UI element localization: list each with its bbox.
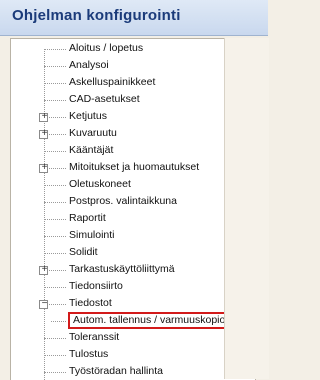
tree-item-label: Tulostus [69, 348, 109, 360]
window-title: Ohjelman konfigurointi [12, 7, 181, 24]
expand-plus-icon[interactable]: + [39, 111, 48, 122]
tree-item-oletuskoneet[interactable]: Oletuskoneet [11, 177, 233, 194]
tree-item-tiedonsiirto[interactable]: Tiedonsiirto [11, 279, 233, 296]
collapse-minus-icon[interactable]: − [39, 298, 48, 309]
tree-item-label: Kääntäjät [69, 144, 114, 156]
tree-item-label: Analysoi [69, 59, 109, 71]
tree-item-mitoitukset[interactable]: + Mitoitukset ja huomautukset [11, 160, 233, 177]
configuration-window: Ohjelman konfigurointi Aloitus / lopetus… [0, 0, 269, 380]
tree-item-label: Työstöradan hallinta [69, 365, 163, 377]
tree-branch-line [44, 83, 66, 84]
tree-item-label: Tarkastuskäyttöliittymä [69, 263, 175, 275]
tree-branch-line [44, 338, 66, 339]
tree-panel: Aloitus / lopetus Analysoi Askelluspaini… [10, 38, 256, 380]
tree-item-tarkastuskayttoliittyma[interactable]: + Tarkastuskäyttöliittymä [11, 262, 233, 279]
tree-item-solidit[interactable]: Solidit [11, 245, 233, 262]
expand-plus-icon[interactable]: + [39, 162, 48, 173]
tree-item-label: CAD-asetukset [69, 93, 140, 105]
tree-item-label: Solidit [69, 246, 98, 258]
tree-item-label: Tiedonsiirto [69, 280, 123, 292]
config-tree: Aloitus / lopetus Analysoi Askelluspaini… [11, 39, 233, 380]
tree-item-label: Kuvaruutu [69, 127, 117, 139]
tree-branch-line [44, 202, 66, 203]
expander-glyph: + [41, 264, 48, 275]
tree-item-autom-tallennus[interactable]: Autom. tallennus / varmuuskopio [11, 312, 233, 330]
tree-item-tulostus[interactable]: Tulostus [11, 347, 233, 364]
tree-item-label: Askelluspainikkeet [69, 76, 156, 88]
tree-item-label: Toleranssit [69, 331, 120, 343]
title-bar[interactable]: Ohjelman konfigurointi [0, 0, 268, 36]
tree-item-postpros[interactable]: Postpros. valintaikkuna [11, 194, 233, 211]
tree-branch-line [51, 321, 66, 322]
tree-item-label: Aloitus / lopetus [69, 42, 144, 54]
tree-item-label: Simulointi [69, 229, 115, 241]
tree-item-label: Oletuskoneet [69, 178, 131, 190]
tree-branch-line [44, 100, 66, 101]
tree-item-askelluspainikkeet[interactable]: Askelluspainikkeet [11, 75, 233, 92]
tree-item-label: Ketjutus [69, 110, 107, 122]
expander-glyph: + [41, 162, 48, 173]
tree-item-label: Mitoitukset ja huomautukset [69, 161, 200, 173]
tree-item-tyostoradan-hallinta[interactable]: Työstöradan hallinta [11, 364, 233, 380]
expander-glyph: + [41, 111, 48, 122]
tree-branch-line [44, 355, 66, 356]
selected-item-highlight[interactable]: Autom. tallennus / varmuuskopio [68, 312, 231, 329]
tree-branch-line [44, 372, 66, 373]
tree-item-tiedostot[interactable]: − Tiedostot [11, 296, 233, 313]
tree-branch-line [44, 236, 66, 237]
tree-item-analysoi[interactable]: Analysoi [11, 58, 233, 75]
expander-glyph: − [41, 298, 48, 309]
tree-item-kaantajat[interactable]: Kääntäjät [11, 143, 233, 160]
tree-item-simulointi[interactable]: Simulointi [11, 228, 233, 245]
expander-glyph: + [41, 128, 48, 139]
tree-branch-line [44, 219, 66, 220]
tree-item-label: Postpros. valintaikkuna [69, 195, 177, 207]
tree-item-toleranssit[interactable]: Toleranssit [11, 330, 233, 347]
tree-item-ketjutus[interactable]: + Ketjutus [11, 109, 233, 126]
tree-item-label: Tiedostot [69, 297, 112, 309]
expand-plus-icon[interactable]: + [39, 264, 48, 275]
tree-branch-line [44, 49, 66, 50]
tree-item-raportit[interactable]: Raportit [11, 211, 233, 228]
tree-branch-line [44, 185, 66, 186]
tree-item-cad-asetukset[interactable]: CAD-asetukset [11, 92, 233, 109]
settings-pane [224, 38, 269, 379]
tree-branch-line [44, 253, 66, 254]
tree-item-kuvaruutu[interactable]: + Kuvaruutu [11, 126, 233, 143]
tree-branch-line [44, 66, 66, 67]
tree-item-label: Raportit [69, 212, 106, 224]
tree-branch-line [44, 151, 66, 152]
expand-plus-icon[interactable]: + [39, 128, 48, 139]
tree-item-label: Autom. tallennus / varmuuskopio [73, 314, 226, 326]
tree-item-aloitus-lopetus[interactable]: Aloitus / lopetus [11, 41, 233, 58]
tree-branch-line [44, 287, 66, 288]
